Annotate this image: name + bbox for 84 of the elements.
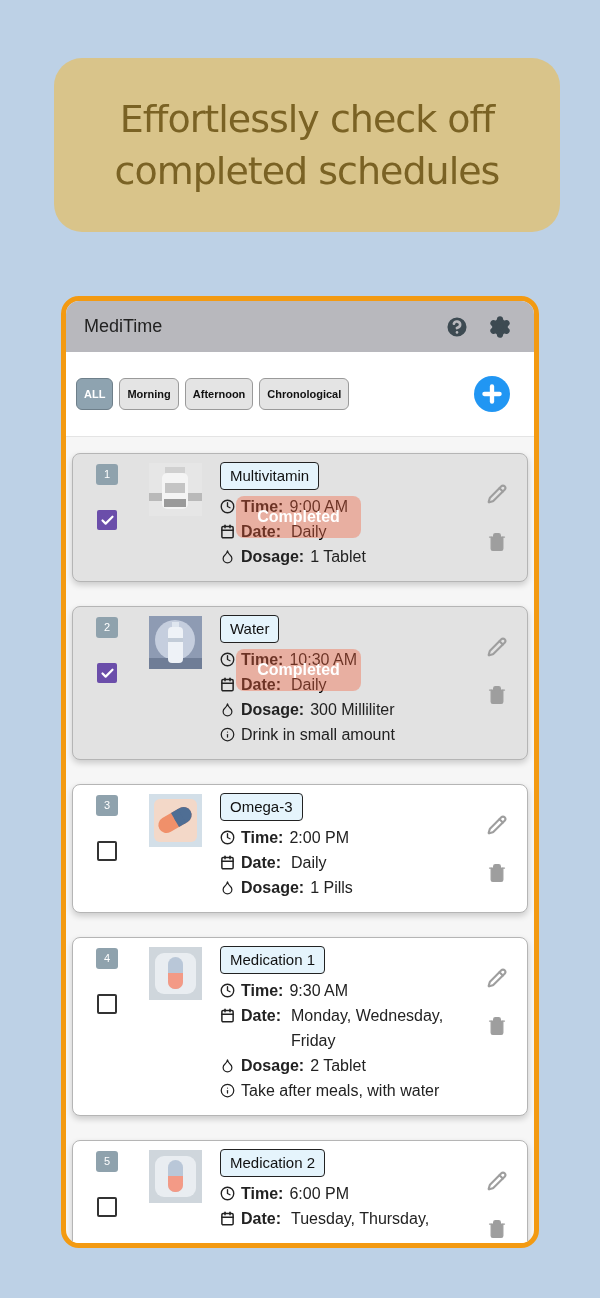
trash-icon <box>487 863 507 883</box>
number-badge: 2 <box>96 617 118 638</box>
trash-icon <box>487 1219 507 1239</box>
clock-icon <box>220 652 235 667</box>
detail-label: Date: <box>241 523 281 542</box>
clock-icon <box>220 1186 235 1201</box>
edit-button[interactable] <box>487 968 507 988</box>
checkbox[interactable] <box>97 1197 117 1217</box>
delete-button[interactable] <box>487 685 507 705</box>
detail-label: Date: <box>241 1209 281 1229</box>
info-icon <box>220 1083 235 1098</box>
number-badge: 5 <box>96 1151 118 1172</box>
filter-chip[interactable]: Afternoon <box>184 378 254 410</box>
calendar-icon <box>220 677 235 692</box>
detail-value: Take after meals, with water <box>241 1081 440 1101</box>
checkbox[interactable] <box>97 994 117 1014</box>
info-icon <box>220 727 235 742</box>
pencil-icon <box>487 815 507 835</box>
number-badge: 4 <box>96 948 118 969</box>
detail-label: Time: <box>241 828 284 848</box>
delete-button[interactable] <box>487 863 507 883</box>
drop-icon <box>220 702 235 717</box>
delete-button[interactable] <box>487 1016 507 1036</box>
medication-name: Omega-3 <box>220 793 303 821</box>
detail-value: 6:00 PM <box>289 1184 349 1204</box>
detail-value: 1 Pills <box>310 878 353 898</box>
medication-name: Water <box>220 615 280 643</box>
detail-value: Tuesday, Thursday, <box>291 1209 431 1229</box>
detail-label: Dosage: <box>241 700 305 720</box>
filter-chip[interactable]: Morning <box>119 378 179 410</box>
detail-label: Time: <box>241 1184 284 1204</box>
calendar-icon <box>220 524 235 539</box>
medication-name: Multivitamin <box>220 462 320 490</box>
calendar-icon <box>220 1211 235 1226</box>
settings-button[interactable] <box>488 314 512 339</box>
detail-label: Dosage: <box>241 878 305 898</box>
detail-value: 2:00 PM <box>289 828 349 848</box>
detail-value: 2 Tablet <box>310 1056 366 1076</box>
detail-label: Date: <box>241 676 281 695</box>
medication-name: Medication 1 <box>220 946 326 974</box>
detail-label: Date: <box>241 1006 281 1026</box>
number-badge: 3 <box>96 795 118 816</box>
edit-button[interactable] <box>487 815 507 835</box>
trash-icon <box>487 532 507 552</box>
calendar-icon <box>220 1008 235 1023</box>
checkbox[interactable] <box>97 663 117 683</box>
banner-headline: Effortlessly check off completed schedules <box>113 96 501 195</box>
edit-button[interactable] <box>487 637 507 657</box>
detail-value: Monday, Wednesday, Friday <box>291 1006 445 1051</box>
detail-value: Drink in small amount <box>241 725 395 745</box>
filter-chip[interactable]: Chronological <box>259 378 350 410</box>
number-badge: 1 <box>96 464 118 485</box>
calendar-icon <box>220 855 235 870</box>
delete-button[interactable] <box>487 532 507 552</box>
detail-label: Dosage: <box>241 547 305 567</box>
detail-value: 1 Tablet <box>310 547 366 567</box>
settings-icon <box>488 314 512 339</box>
edit-button[interactable] <box>487 484 507 504</box>
drop-icon <box>220 549 235 564</box>
checkbox[interactable] <box>97 510 117 530</box>
trash-icon <box>487 1016 507 1036</box>
pencil-icon <box>487 968 507 988</box>
clock-icon <box>220 499 235 514</box>
medication-name: Medication 2 <box>220 1149 326 1177</box>
drop-icon <box>220 880 235 895</box>
detail-value: Daily <box>291 853 328 873</box>
detail-value: 9:30 AM <box>289 981 349 1001</box>
pencil-icon <box>487 484 507 504</box>
app-title: MediTime <box>84 315 164 338</box>
pencil-icon <box>487 637 507 657</box>
detail-label: Dosage: <box>241 1056 305 1076</box>
clock-icon <box>220 983 235 998</box>
edit-button[interactable] <box>487 1171 507 1191</box>
delete-button[interactable] <box>487 1219 507 1239</box>
detail-label: Time: <box>241 981 284 1001</box>
detail-value: 300 Milliliter <box>310 700 395 720</box>
plus-icon <box>479 381 505 407</box>
trash-icon <box>487 685 507 705</box>
clock-icon <box>220 830 235 845</box>
drop-icon <box>220 1058 235 1073</box>
detail-label: Date: <box>241 853 281 873</box>
checkbox[interactable] <box>97 841 117 861</box>
add-button[interactable] <box>474 376 510 412</box>
pencil-icon <box>487 1171 507 1191</box>
